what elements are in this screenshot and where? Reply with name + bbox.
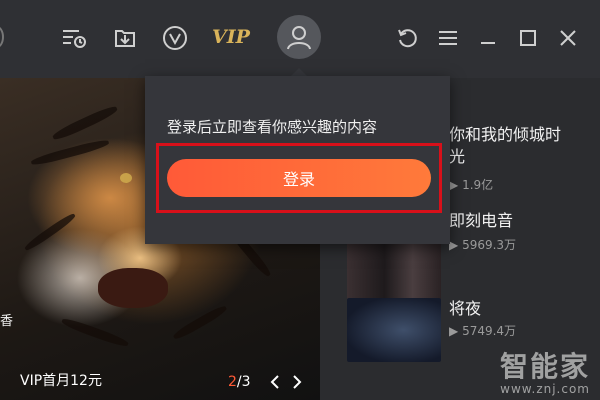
item-views: ▶ 1.9亿 (449, 178, 494, 192)
banner-caption[interactable]: VIP首月12元 (20, 370, 102, 390)
watermark-url: www.znj.com (500, 382, 590, 396)
user-avatar-icon[interactable] (277, 15, 321, 59)
watermark-brand: 智能家 (499, 350, 590, 383)
tiger-eye (120, 173, 132, 183)
next-arrow-icon[interactable] (290, 374, 304, 390)
banner-pager: 2/3 (228, 374, 251, 390)
popup-message: 登录后立即查看你感兴趣的内容 (167, 118, 378, 136)
item-views: ▶ 5969.3万 (449, 238, 517, 252)
item-title[interactable]: 即刻电音 (449, 210, 573, 232)
pager-total: /3 (236, 374, 251, 390)
title-bar: VIP (0, 0, 600, 78)
watermark: 智能家 www.znj.com (499, 350, 590, 397)
minimize-icon[interactable] (474, 24, 502, 52)
item-thumbnail[interactable] (347, 238, 441, 304)
menu-icon[interactable] (434, 24, 462, 52)
watch-later-icon[interactable] (60, 24, 88, 52)
item-title[interactable]: 将夜 (449, 298, 573, 320)
login-button[interactable]: 登录 (167, 159, 431, 197)
maximize-icon[interactable] (514, 24, 542, 52)
tiger-mouth (98, 268, 168, 308)
vip-circle-icon[interactable] (161, 24, 189, 52)
play-count-icon: ▶ (449, 238, 459, 252)
banner-side-text: 香 (0, 314, 14, 329)
download-icon[interactable] (111, 24, 139, 52)
item-title[interactable]: 你和我的倾城时光 (449, 124, 573, 168)
refresh-icon[interactable] (393, 24, 421, 52)
login-popup: 登录后立即查看你感兴趣的内容 登录 (145, 76, 450, 244)
item-views: ▶ 5749.4万 (449, 324, 517, 338)
vip-link[interactable]: VIP (212, 26, 250, 48)
play-count-icon: ▶ (449, 324, 459, 338)
back-icon[interactable] (0, 26, 4, 48)
pager-current: 2 (228, 374, 237, 390)
prev-arrow-icon[interactable] (268, 374, 282, 390)
close-icon[interactable] (554, 24, 582, 52)
play-count-icon: ▶ (449, 178, 459, 192)
item-thumbnail[interactable] (347, 298, 441, 362)
